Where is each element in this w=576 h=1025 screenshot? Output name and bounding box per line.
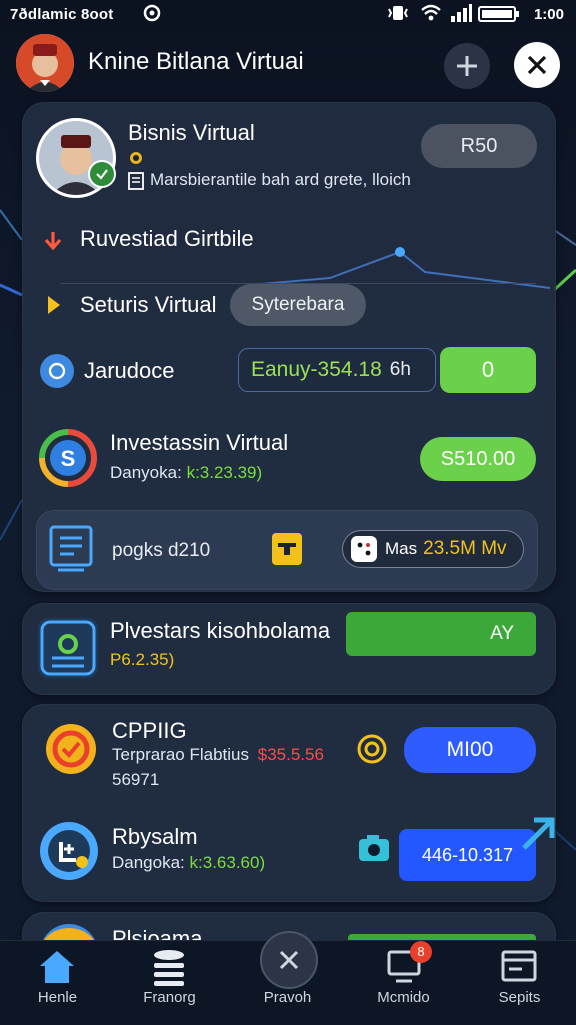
card-two-button[interactable]: AY	[346, 612, 536, 656]
securities-chip[interactable]: Syterebara	[230, 284, 366, 326]
status-notification-icon	[143, 4, 161, 26]
vibrate-icon	[386, 4, 410, 26]
status-bar: 7ðdlamic 8oot 1:00	[0, 0, 576, 30]
card-three-item2-button[interactable]: 446-10.317	[399, 829, 536, 881]
row-label-investment: Ruvestiad Girtbile	[80, 226, 254, 251]
close-button[interactable]	[514, 42, 560, 88]
center-close-button[interactable]	[260, 931, 318, 989]
row-label-balance: Jarudoce	[84, 358, 175, 383]
signal-icon	[450, 4, 472, 26]
document-icon	[128, 172, 144, 195]
window-icon	[501, 950, 537, 982]
investment-title: Investassin Virtual	[110, 430, 289, 455]
notification-badge: 8	[410, 941, 432, 963]
nav-item-home[interactable]: Henle	[0, 941, 115, 1025]
battery-icon	[478, 5, 520, 27]
user-avatar[interactable]	[16, 34, 74, 92]
arrow-right-icon	[40, 292, 66, 323]
market-chip[interactable]: Mas 23.5M Mv	[342, 530, 524, 568]
home-icon	[40, 951, 74, 983]
profile-action-button[interactable]: R50	[421, 124, 537, 168]
balance-button[interactable]: 0	[440, 347, 536, 393]
balance-field[interactable]: Eanuy-354.18 6h	[238, 348, 436, 392]
mini-chart-line	[250, 247, 550, 289]
coin-icon	[128, 150, 144, 171]
balance-unit: 6h	[389, 359, 411, 380]
card-three-item2-sub: Dangoka: k:3.63.60)	[112, 853, 266, 872]
status-left-text: 7ðdlamic 8oot	[10, 6, 114, 23]
wifi-icon	[420, 4, 442, 26]
balance-value: Eanuy-354.18	[251, 358, 382, 381]
card-three-item1-sub: Terprarao Flabtius $35.5.56	[112, 745, 324, 764]
plus-icon	[457, 56, 477, 76]
nav-item-settings[interactable]: Sepits	[462, 941, 576, 1025]
add-wallet-icon	[38, 820, 100, 882]
investment-button[interactable]: S510.00	[420, 437, 536, 481]
card-three-item1-button[interactable]: MI00	[404, 727, 536, 773]
nav-item-monitor[interactable]: 8 Mcmido	[346, 941, 461, 1025]
chart-doc-icon	[38, 618, 98, 678]
card-three-item2-title: Rbysalm	[112, 824, 198, 849]
stack-icon	[154, 950, 184, 986]
add-button[interactable]	[444, 43, 490, 89]
svg-text:S: S	[61, 446, 76, 471]
row-label-securities: Seturis Virtual	[80, 292, 217, 317]
card-two-subtitle: P6.2.35)	[110, 650, 175, 669]
inner-card-label: pogks d210	[112, 540, 211, 561]
dollar-ring-icon: S	[38, 428, 98, 488]
monitor-doc-icon	[48, 524, 94, 572]
market-chip-prefix: Mas	[385, 539, 418, 558]
profile-name: Bisnis Virtual	[128, 120, 255, 145]
page-title: Knine Bitlana Virtuai	[88, 48, 304, 75]
refresh-icon	[40, 354, 74, 388]
bottom-navigation: Henle Franorg Pravoh 8 Mcmido Sepits	[0, 931, 576, 1025]
nav-item-finance[interactable]: Franorg	[112, 941, 227, 1025]
card-three-item1-title: CPPIIG	[112, 718, 187, 743]
card-three-item1-sub2: 56971	[112, 770, 160, 789]
target-icon	[356, 733, 388, 765]
camera-icon	[357, 833, 391, 863]
profile-subtitle: Marsbierantile bah ard grete, lloich	[150, 170, 411, 189]
folder-icon	[272, 533, 302, 565]
nav-item-center[interactable]: Pravoh	[230, 931, 345, 1025]
dice-icon	[351, 536, 377, 562]
close-icon	[527, 55, 547, 75]
market-chip-value: 23.5M Mv	[423, 538, 507, 559]
arrow-down-icon	[40, 228, 66, 259]
close-icon	[279, 950, 299, 970]
investment-subtitle: Danyoka: k:3.23.39)	[110, 463, 263, 482]
card-two-title: Plvestars kisohbolama	[110, 618, 331, 643]
status-time: 1:00	[533, 6, 564, 23]
arrow-up-right-icon	[518, 814, 558, 859]
verified-badge-icon	[88, 160, 116, 188]
check-coin-icon	[44, 722, 98, 776]
